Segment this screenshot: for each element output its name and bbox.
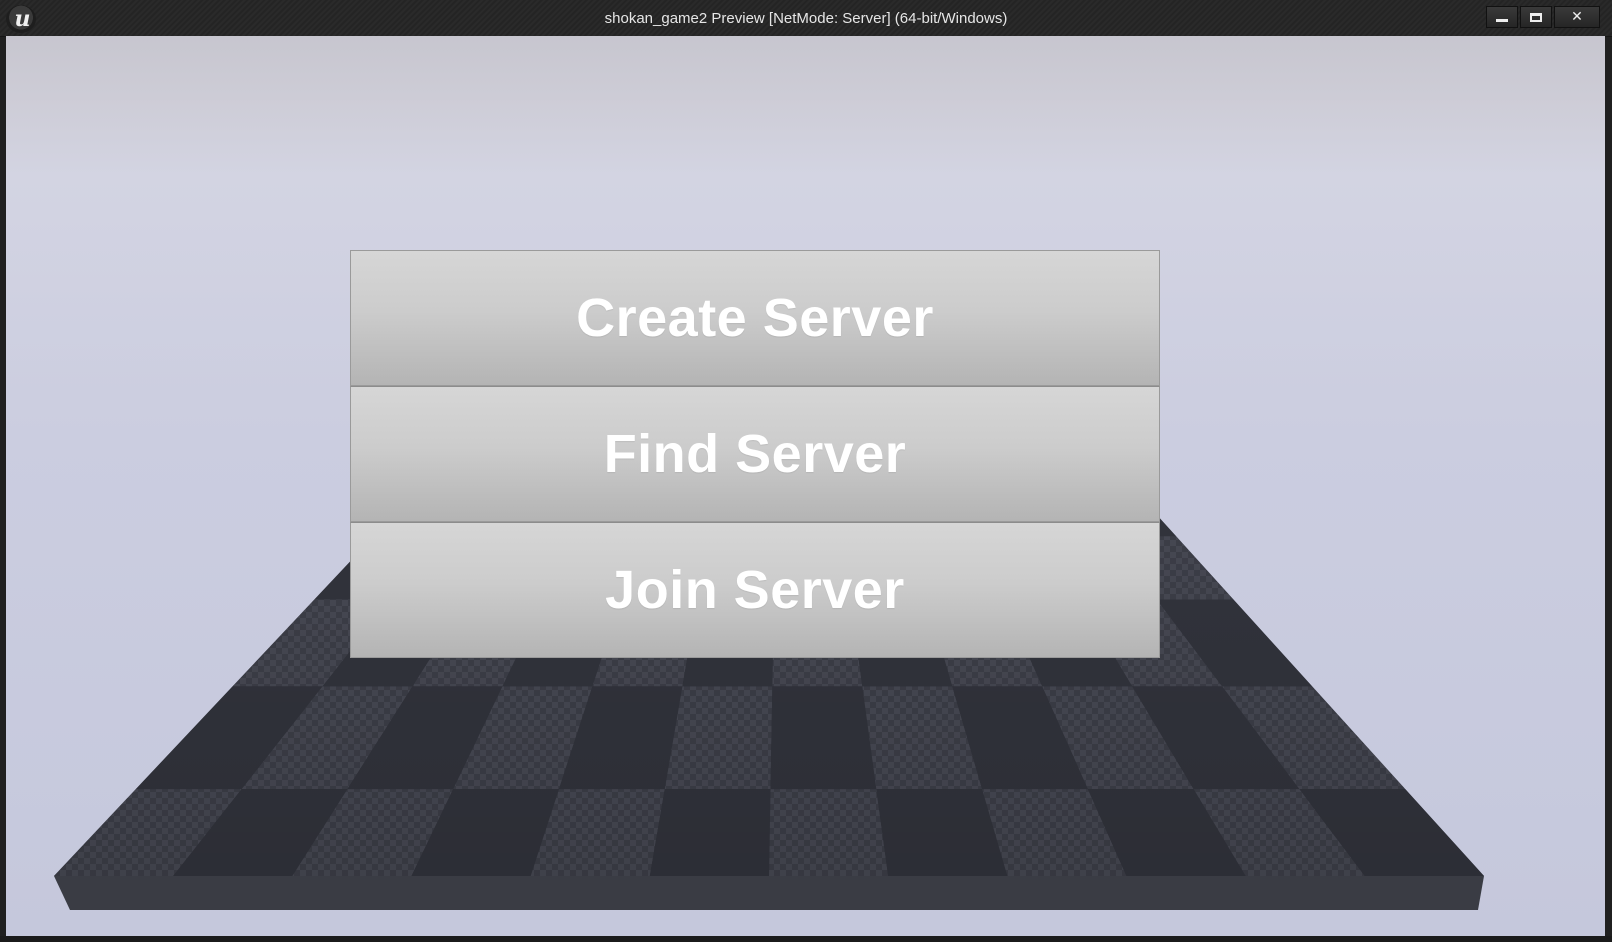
close-icon: ✕ [1571,9,1583,25]
close-button[interactable]: ✕ [1554,6,1600,28]
window-title: shokan_game2 Preview [NetMode: Server] (… [604,10,1008,27]
window-bottom-border [0,936,1612,942]
create-server-button[interactable]: Create Server [350,250,1160,386]
title-bar[interactable]: u shokan_game2 Preview [NetMode: Server]… [0,0,1612,37]
window-controls: ✕ [1486,6,1600,28]
game-viewport[interactable]: Create Server Find Server Join Server [6,36,1605,936]
join-server-label: Join Server [605,560,905,620]
join-server-button[interactable]: Join Server [350,522,1160,658]
find-server-label: Find Server [603,424,907,484]
game-window: u shokan_game2 Preview [NetMode: Server]… [0,0,1612,942]
maximize-icon [1530,12,1542,22]
create-server-label: Create Server [576,288,934,348]
maximize-button[interactable] [1520,6,1552,28]
find-server-button[interactable]: Find Server [350,386,1160,522]
minimize-icon [1496,18,1508,22]
main-menu: Create Server Find Server Join Server [350,250,1160,658]
minimize-button[interactable] [1486,6,1518,28]
